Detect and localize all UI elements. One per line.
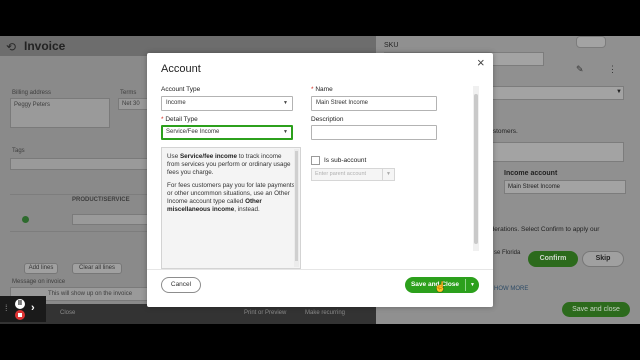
letterbox-bottom	[0, 324, 640, 360]
skip-button[interactable]: Skip	[582, 251, 624, 267]
row-divider	[10, 231, 150, 232]
product-service-header: PRODUCT/SERVICE	[72, 197, 130, 203]
drag-handle-icon[interactable]: ⁞	[5, 303, 8, 313]
name-label-text: Name	[315, 86, 333, 93]
bottom-action-bar: Close Print or Preview Make recurring	[0, 304, 376, 324]
close-icon[interactable]: ×	[477, 55, 485, 70]
sku-label: SKU	[384, 42, 399, 49]
help-bold: Service/fee income	[179, 153, 238, 160]
parent-account-select[interactable]: Enter parent account ▼	[311, 168, 395, 181]
income-account-label: Income account	[504, 170, 558, 177]
print-preview-link[interactable]: Print or Preview	[244, 310, 286, 316]
detail-type-label: * Detail Type	[161, 116, 198, 123]
invoice-title: Invoice	[24, 39, 66, 53]
sales-description-input[interactable]	[486, 142, 624, 162]
required-marker: *	[311, 86, 314, 93]
detail-type-value: Service/Fee Income	[166, 129, 220, 135]
more-icon[interactable]: ⋮	[608, 64, 617, 75]
description-input[interactable]	[311, 125, 437, 140]
chevron-down-icon: ▼	[382, 169, 394, 180]
terms-value: Net 30	[122, 101, 140, 107]
income-account-select[interactable]: Main Street Income	[504, 180, 626, 194]
cancel-button[interactable]: Cancel	[161, 277, 201, 293]
account-type-select[interactable]: Income ▼	[161, 96, 293, 111]
clear-all-lines-button[interactable]: Clear all lines	[72, 263, 122, 274]
chevron-down-icon[interactable]: ▼	[466, 277, 479, 293]
row-marker-icon	[22, 216, 29, 223]
account-type-value: Income	[166, 100, 186, 106]
history-icon[interactable]: ⟲	[6, 40, 16, 54]
sub-account-checkbox[interactable]	[311, 156, 320, 165]
tags-input[interactable]	[10, 158, 150, 170]
parent-account-placeholder: Enter parent account	[315, 171, 367, 177]
edit-icon[interactable]: ✎	[576, 64, 584, 75]
category-select[interactable]	[486, 86, 624, 100]
help-text: , instead.	[234, 206, 260, 213]
detail-type-help: Use Service/fee income to track income f…	[161, 147, 301, 269]
confirm-button[interactable]: Confirm	[528, 251, 578, 267]
recording-control: ⁞ II ›	[0, 296, 46, 322]
help-paragraph-1: Use Service/fee income to track income f…	[167, 153, 295, 177]
modal-footer-divider	[147, 269, 493, 270]
required-marker: *	[161, 116, 164, 123]
table-divider	[10, 194, 150, 195]
florida-text: se Florida	[494, 250, 521, 256]
terms-label: Terms	[120, 90, 137, 96]
top-right-control[interactable]	[576, 36, 606, 48]
modal-scrollbar[interactable]	[473, 86, 479, 251]
customer-name: Peggy Peters	[14, 102, 51, 108]
chevron-down-icon: ▼	[283, 129, 288, 135]
considerations-text: siderations. Select Confirm to apply our	[486, 226, 600, 233]
income-account-value: Main Street Income	[508, 184, 561, 190]
detail-type-select[interactable]: Service/Fee Income ▼	[161, 125, 293, 140]
product-service-input[interactable]	[72, 214, 150, 225]
help-scrollbar[interactable]	[294, 149, 299, 267]
stop-record-icon[interactable]	[15, 310, 25, 320]
add-lines-button[interactable]: Add lines	[24, 263, 58, 274]
make-recurring-link[interactable]: Make recurring	[305, 310, 345, 316]
tags-label: Tags	[12, 148, 25, 154]
letterbox-top	[0, 0, 640, 36]
help-text: Use	[167, 153, 180, 160]
billing-address-label: Billing address	[12, 90, 52, 96]
account-modal: Account × Account Type Income ▼ * Detail…	[147, 53, 493, 307]
help-paragraph-2: For fees customers pay you for late paym…	[167, 182, 295, 214]
close-link[interactable]: Close	[60, 310, 75, 316]
mouse-cursor-icon: ☝	[434, 282, 447, 293]
name-label: * Name	[311, 86, 333, 93]
show-more-link[interactable]: HOW MORE	[494, 286, 528, 292]
account-type-label: Account Type	[161, 86, 201, 93]
message-label: Message on invoice	[12, 279, 66, 285]
name-input[interactable]: Main Street Income	[311, 96, 437, 111]
detail-type-label-text: Detail Type	[165, 116, 198, 123]
modal-title: Account	[161, 63, 201, 75]
chevron-down-icon: ▼	[283, 100, 288, 106]
chevron-down-icon: ▼	[616, 89, 622, 95]
pause-icon[interactable]: II	[15, 299, 25, 309]
description-label: Description	[311, 116, 344, 123]
message-placeholder: This will show up on the invoice	[48, 291, 133, 297]
chevron-right-icon[interactable]: ›	[31, 302, 35, 314]
sub-account-label: Is sub-account	[324, 157, 367, 164]
help-text: For fees customers pay you for late paym…	[167, 182, 295, 205]
save-and-close-button[interactable]: Save and close	[562, 302, 630, 317]
name-value: Main Street Income	[316, 100, 369, 106]
